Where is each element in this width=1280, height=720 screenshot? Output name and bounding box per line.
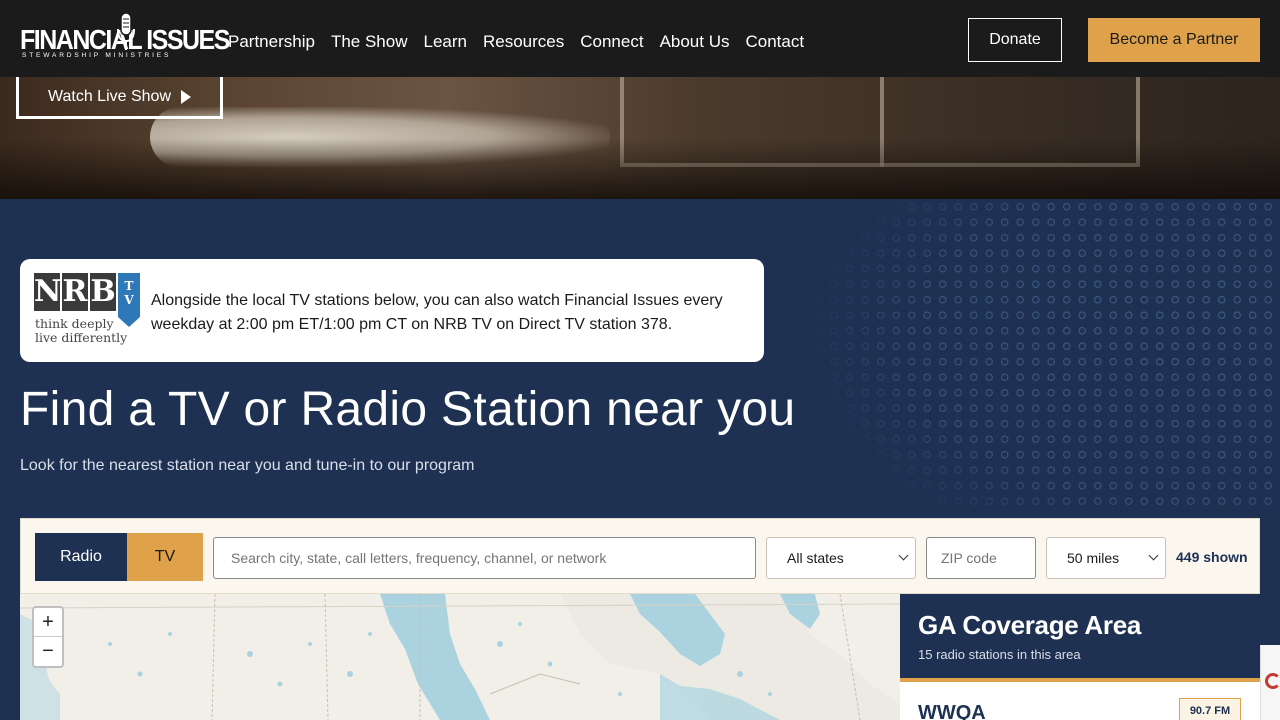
recaptcha-icon [1265,673,1280,689]
logo[interactable]: FINANCIAL ISSUES STEWARDSHIP MINISTRIES [20,12,230,64]
nrb-letter: B [90,273,116,311]
tab-radio[interactable]: Radio [35,533,127,581]
nrb-tv-badge: TV [118,273,140,317]
map-tiles [20,594,900,720]
station-finder: Radio TV All states 50 miles 449 shown [20,518,1260,720]
chevron-down-icon [898,550,909,561]
nrb-tagline-2: live differently [35,330,128,345]
station-frequency-badge: 90.7 FM [1179,698,1241,720]
station-search-input[interactable] [213,537,756,579]
logo-tagline: STEWARDSHIP MINISTRIES [22,52,172,59]
zoom-out-button[interactable]: − [34,637,62,666]
nrb-letter: R [62,273,88,311]
nav-about-us[interactable]: About Us [660,32,730,52]
nrb-tagline-1: think deeply [35,316,114,331]
coverage-panel: GA Coverage Area 15 radio stations in th… [900,594,1260,720]
nav-learn[interactable]: Learn [423,32,466,52]
nav-resources[interactable]: Resources [483,32,564,52]
station-map[interactable]: + − [20,594,900,720]
page-title: Find a TV or Radio Station near you [20,383,796,436]
donate-button[interactable]: Donate [968,18,1062,62]
state-select[interactable]: All states [766,537,916,579]
nrb-letters: N R B [34,273,116,311]
become-partner-button[interactable]: Become a Partner [1088,18,1260,62]
zip-code-input[interactable] [926,537,1036,579]
nav-contact[interactable]: Contact [746,32,805,52]
dot-pattern [780,199,1280,509]
coverage-subtitle: 15 radio stations in this area [918,647,1081,662]
tab-tv[interactable]: TV [127,533,203,581]
nrb-tagline: think deeply live differently [35,317,127,345]
recaptcha-badge[interactable] [1260,645,1280,720]
watch-live-show-button[interactable]: Watch Live Show [16,77,223,119]
nrb-letter: N [34,273,62,311]
state-select-value: All states [787,550,844,566]
coverage-header: GA Coverage Area 15 radio stations in th… [900,594,1260,682]
results-count: 449 shown [1176,549,1248,565]
nav-partnership[interactable]: Partnership [228,32,315,52]
nrb-tv-logo: N R B TV think deeply live differently [34,273,144,349]
chevron-down-icon [1148,550,1159,561]
nav-connect[interactable]: Connect [580,32,643,52]
zoom-in-button[interactable]: + [34,608,62,637]
site-header: FINANCIAL ISSUES STEWARDSHIP MINISTRIES … [0,0,1280,77]
nrb-description: Alongside the local TV stations below, y… [151,292,723,333]
station-call-letters[interactable]: WWQA [918,702,986,720]
nrb-callout: N R B TV think deeply live differently A… [20,259,764,362]
radius-select-value: 50 miles [1067,550,1120,566]
watch-live-show-label: Watch Live Show [47,87,171,105]
microphone-icon [117,12,135,50]
hero-shade [0,139,1280,199]
play-icon [181,89,191,104]
main-nav: Partnership The Show Learn Resources Con… [228,32,820,52]
radius-select[interactable]: 50 miles [1046,537,1166,579]
finder-toolbar: Radio TV All states 50 miles 449 shown [20,518,1260,594]
map-zoom-control: + − [32,606,64,668]
nrb-tv-label: TV [122,279,136,307]
page-subtitle: Look for the nearest station near you an… [20,457,475,474]
nav-the-show[interactable]: The Show [331,32,408,52]
coverage-title: GA Coverage Area [918,610,1142,640]
